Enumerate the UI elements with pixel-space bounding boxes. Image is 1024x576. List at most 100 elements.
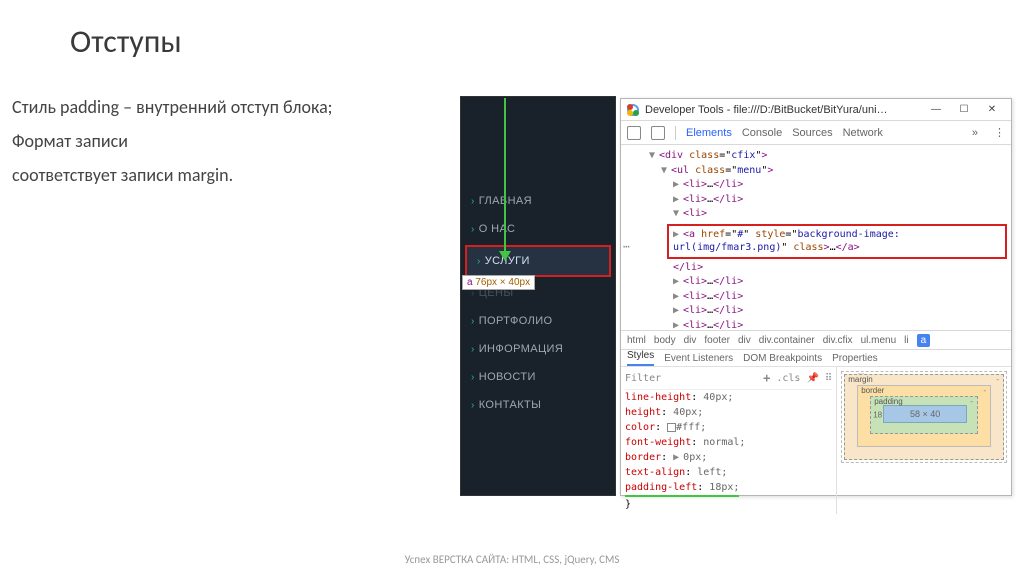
cls-toggle[interactable]: .cls: [776, 371, 800, 386]
devtools-window: Developer Tools - file:///D:/BitBucket/B…: [620, 98, 1012, 496]
gutter-dots: ⋯: [623, 239, 629, 255]
chevron-right-icon: ›: [471, 400, 475, 411]
tab-console[interactable]: Console: [742, 127, 782, 139]
chevron-right-icon: ›: [471, 316, 475, 327]
dom-line[interactable]: ▶<li>…</li>: [625, 290, 1007, 305]
bc-div2[interactable]: div: [738, 335, 751, 346]
dom-line[interactable]: ▶<li>…</li>: [625, 193, 1007, 208]
chevron-right-icon: ›: [471, 372, 475, 383]
dom-line[interactable]: </li>: [625, 261, 1007, 276]
maximize-button[interactable]: ☐: [951, 101, 977, 119]
minimize-button[interactable]: —: [923, 101, 949, 119]
bm-margin-label: margin: [848, 375, 872, 384]
styles-panel: Styles Event Listeners DOM Breakpoints P…: [621, 350, 1011, 496]
dom-breadcrumb[interactable]: html body div footer div div.container d…: [621, 330, 1011, 350]
dom-line[interactable]: ▼<ul class="menu">: [625, 164, 1007, 179]
subtab-props[interactable]: Properties: [832, 353, 878, 364]
nav-label: НОВОСТИ: [479, 371, 536, 383]
dom-line[interactable]: ▼<li>: [625, 207, 1007, 222]
bc-li[interactable]: li: [904, 335, 908, 346]
color-swatch-icon[interactable]: [667, 423, 676, 432]
subtab-listeners[interactable]: Event Listeners: [664, 353, 733, 364]
tab-elements[interactable]: Elements: [686, 127, 732, 139]
settings-dots-icon[interactable]: ⠿: [825, 371, 832, 386]
bc-cfix[interactable]: div.cfix: [823, 335, 853, 346]
nav-item-info[interactable]: › ИНФОРМАЦИЯ: [461, 335, 615, 363]
nav-item-news[interactable]: › НОВОСТИ: [461, 363, 615, 391]
tabs-overflow[interactable]: »: [972, 127, 978, 139]
css-rule[interactable]: text-align: left;: [625, 465, 832, 480]
nav-label: ПОРТФОЛИО: [479, 315, 553, 327]
bm-content: 58 × 40: [883, 405, 967, 423]
add-rule-icon[interactable]: +: [763, 369, 770, 387]
nav-item-services[interactable]: ›УСЛУГИ: [465, 245, 611, 277]
box-model-panel[interactable]: position - margin - border - padding - 1…: [837, 367, 1011, 514]
chevron-right-icon: ›: [471, 224, 475, 235]
bc-menu[interactable]: ul.menu: [861, 335, 897, 346]
slide-body: Стиль padding – внутренний отступ блока;…: [12, 90, 333, 193]
chevron-right-icon: ›: [477, 256, 481, 267]
css-rule[interactable]: font-weight: normal;: [625, 435, 832, 450]
styles-rules[interactable]: Filter + .cls 📌 ⠿ line-height: 40px; hei…: [621, 367, 837, 514]
dom-line[interactable]: ▶<li>…</li>: [625, 304, 1007, 319]
nav-item-about[interactable]: › О НАС: [461, 215, 615, 243]
expand-icon[interactable]: ▶: [673, 450, 681, 465]
css-brace: }: [625, 497, 832, 512]
bm-border: border - padding - 18 58 × 40: [857, 385, 991, 447]
body-line-3: соответствует записи margin.: [12, 158, 333, 192]
css-rule[interactable]: padding-left: 18px;: [625, 480, 832, 497]
chevron-right-icon: ›: [471, 344, 475, 355]
bc-footer[interactable]: footer: [704, 335, 730, 346]
separator: [675, 126, 676, 140]
styles-subtabs: Styles Event Listeners DOM Breakpoints P…: [621, 350, 1011, 367]
dom-line[interactable]: ▶<li>…</li>: [625, 319, 1007, 331]
dom-line[interactable]: ▼<div class="cfix">: [625, 149, 1007, 164]
dom-line[interactable]: ▶<li>…</li>: [625, 178, 1007, 193]
nav-item-portfolio[interactable]: › ПОРТФОЛИО: [461, 307, 615, 335]
close-button[interactable]: ✕: [979, 101, 1005, 119]
bm-margin: margin - border - padding - 18 58 × 40: [844, 374, 1004, 460]
bm-border-label: border: [861, 386, 884, 395]
bc-a[interactable]: a: [917, 334, 931, 347]
bm-padding-label: padding: [874, 397, 902, 406]
filter-input[interactable]: Filter: [625, 371, 661, 386]
body-line-1: Стиль padding – внутренний отступ блока;: [12, 90, 333, 124]
dom-line[interactable]: ▶<li>…</li>: [625, 275, 1007, 290]
element-size-tooltip: a 76px × 40px: [462, 275, 535, 290]
bc-container[interactable]: div.container: [759, 335, 815, 346]
css-rule[interactable]: color: #fff;: [625, 420, 832, 435]
bc-html[interactable]: html: [627, 335, 646, 346]
slide-title: Отступы: [70, 22, 182, 61]
window-title: Developer Tools - file:///D:/BitBucket/B…: [645, 104, 917, 116]
tooltip-tag: a: [467, 277, 473, 288]
pin-icon[interactable]: 📌: [806, 371, 818, 386]
nav-label: КОНТАКТЫ: [479, 399, 542, 411]
dom-selected-node[interactable]: ▶<a href="#" style="background-image: ur…: [667, 224, 1007, 259]
window-titlebar[interactable]: Developer Tools - file:///D:/BitBucket/B…: [621, 99, 1011, 121]
elements-panel[interactable]: ⋯ ▼<div class="cfix"> ▼<ul class="menu">…: [621, 145, 1011, 330]
css-rule[interactable]: height: 40px;: [625, 405, 832, 420]
slide-footer: Успех ВЕРСТКА САЙТА: HTML, CSS, jQuery, …: [0, 553, 1024, 566]
css-rule[interactable]: border: ▶0px;: [625, 450, 832, 465]
bm-padding-left: 18: [873, 411, 882, 420]
tab-sources[interactable]: Sources: [792, 127, 832, 139]
device-toggle-icon[interactable]: [651, 126, 665, 140]
tooltip-dimensions: 76px × 40px: [475, 277, 530, 288]
subtab-styles[interactable]: Styles: [627, 350, 654, 366]
subtab-dombp[interactable]: DOM Breakpoints: [743, 353, 822, 364]
nav-item-contacts[interactable]: › КОНТАКТЫ: [461, 391, 615, 419]
nav-label: ИНФОРМАЦИЯ: [479, 343, 563, 355]
arrow-annotation: [504, 98, 506, 253]
bc-div[interactable]: div: [684, 335, 697, 346]
inspect-icon[interactable]: [627, 126, 641, 140]
css-rule[interactable]: line-height: 40px;: [625, 390, 832, 405]
site-nav-panel: ›ГЛАВНАЯ ›О НАС ›УСЛУГИ ›ЦЕНЫ ›ПОРТФОЛИО…: [460, 96, 616, 496]
tab-network[interactable]: Network: [843, 127, 883, 139]
nav-item-home[interactable]: ›ГЛАВНАЯ: [461, 187, 615, 215]
body-line-2: Формат записи: [12, 124, 333, 158]
bc-body[interactable]: body: [654, 335, 676, 346]
kebab-menu-icon[interactable]: ⋮: [994, 126, 1005, 139]
bm-padding: padding - 18 58 × 40: [870, 396, 978, 434]
chevron-right-icon: ›: [471, 196, 475, 207]
nav-label: О НАС: [479, 223, 516, 235]
